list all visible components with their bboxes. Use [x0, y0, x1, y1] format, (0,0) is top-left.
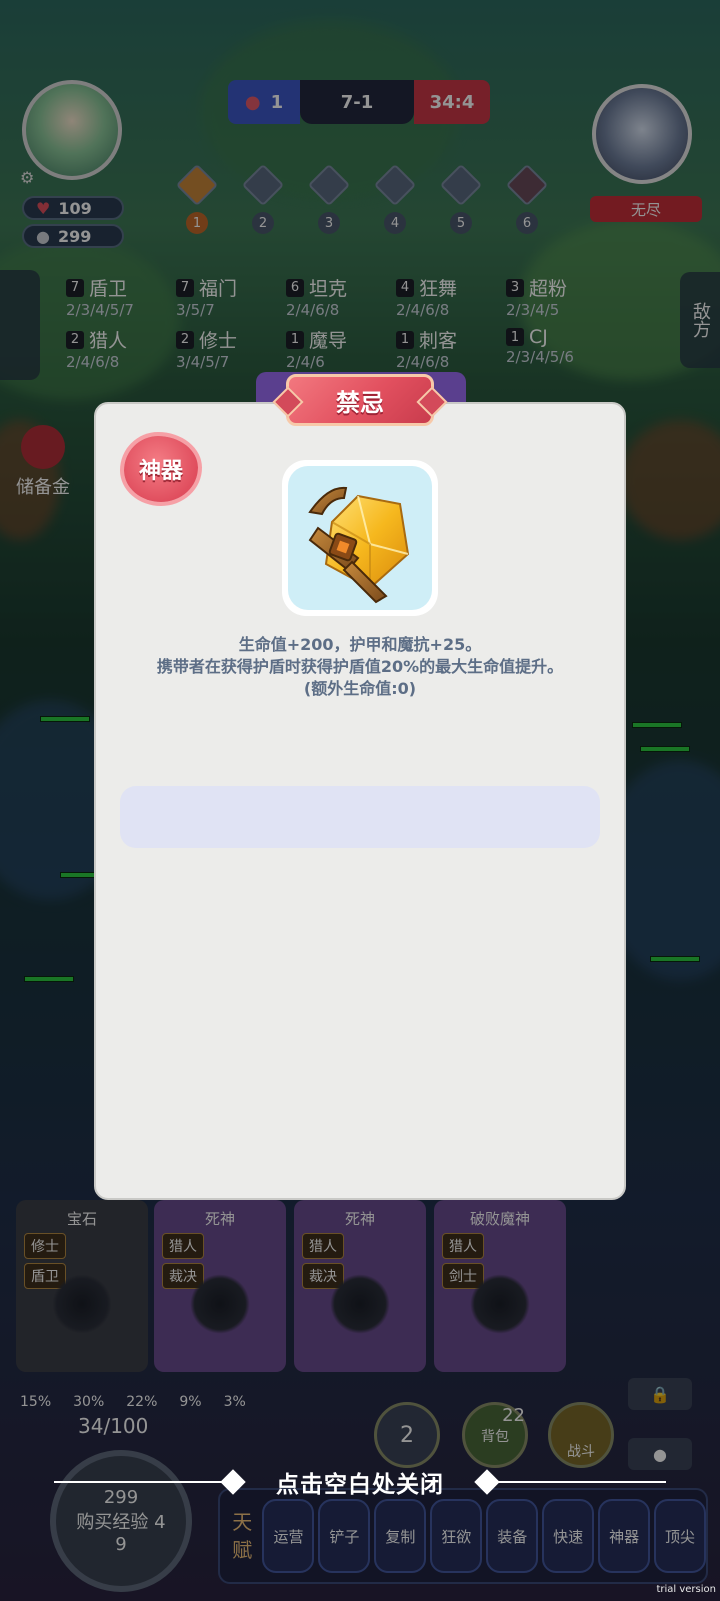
artifact-badge: 神器	[124, 436, 198, 502]
artifact-item-frame	[282, 460, 438, 616]
divider-line	[490, 1481, 666, 1483]
close-hint-text: 点击空白处关闭	[276, 1472, 444, 1498]
diamond-icon	[220, 1469, 246, 1495]
modal-title: 禁忌	[286, 374, 434, 426]
divider-line	[54, 1481, 230, 1483]
description-line: 生命值+200，护甲和魔抗+25。	[238, 635, 482, 654]
description-line: 携带者在获得护盾时获得护盾值20%的最大生命值提升。	[156, 657, 564, 676]
golden-crystal-artifact-icon	[288, 466, 432, 610]
close-hint[interactable]: 点击空白处关闭	[0, 1462, 720, 1502]
watermark: trial version	[656, 1584, 716, 1595]
empty-info-slot	[120, 786, 600, 848]
description-line: (额外生命值:0)	[303, 679, 417, 698]
artifact-description: 生命值+200，护甲和魔抗+25。 携带者在获得护盾时获得护盾值20%的最大生命…	[94, 634, 626, 700]
